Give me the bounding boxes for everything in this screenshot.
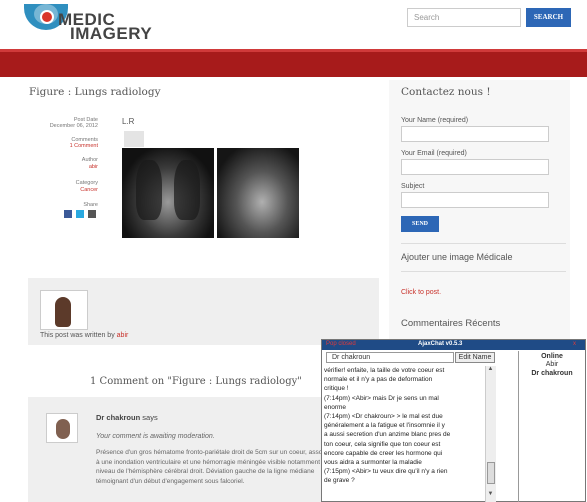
logo-text-line2[interactable]: IMAGERY xyxy=(70,25,152,42)
post-date-value: December 06, 2012 xyxy=(49,123,98,129)
author-link[interactable]: abir xyxy=(28,164,98,170)
chat-title: AjaxChat v0.5.3 xyxy=(418,341,463,347)
post-title: Figure : Lungs radiology xyxy=(29,86,161,98)
chat-line: a aussi secretion d'un anzime blanc pres… xyxy=(324,431,451,439)
comment-header: Dr chakroun says xyxy=(96,413,158,422)
search-input[interactable]: Search xyxy=(407,8,521,27)
search-button[interactable]: SEARCH xyxy=(526,8,571,27)
category-link[interactable]: Cancer xyxy=(28,187,98,193)
comment-text: Présence d'un gros hématome fronto-parié… xyxy=(96,449,331,485)
chat-close-icon[interactable]: x xyxy=(573,341,576,347)
written-by-label: This post was written by xyxy=(40,332,115,339)
email-label: Your Email (required) xyxy=(401,150,467,157)
email-field[interactable] xyxy=(401,159,549,175)
chat-line: de grave ? xyxy=(324,477,355,485)
chat-line: vous aidra a surmonter la maladie xyxy=(324,459,422,467)
click-to-post-link[interactable]: Click to post. xyxy=(401,289,441,296)
nav-item-membres[interactable]: MEMBRES xyxy=(184,10,214,16)
online-users-panel: Online Abir Dr chakroun xyxy=(518,351,585,502)
comment-author: Dr chakroun xyxy=(96,413,141,422)
edit-name-button[interactable]: Edit Name xyxy=(455,352,495,363)
commenter-avatar xyxy=(46,413,78,443)
online-user[interactable]: Dr chakroun xyxy=(519,369,585,378)
scrollbar-thumb[interactable] xyxy=(487,462,495,484)
nav-item-forum[interactable]: FORUM xyxy=(311,10,333,16)
chat-line: normale et il n'y a pas de deformation xyxy=(324,376,433,384)
chat-line: (7:15pm) <Abir> tu veux dire qu'il n'y a… xyxy=(324,468,448,476)
name-field[interactable] xyxy=(401,126,549,142)
written-by-author-link[interactable]: abir xyxy=(117,332,129,339)
scroll-down-icon[interactable]: ▼ xyxy=(485,491,496,500)
chat-name-input[interactable]: Dr chakroun xyxy=(326,352,454,363)
comment-says: says xyxy=(142,413,158,422)
scroll-up-icon[interactable]: ▲ xyxy=(485,366,496,375)
comment-moderation-note: Your comment is awaiting moderation. xyxy=(96,433,215,440)
twitter-icon[interactable] xyxy=(76,210,84,218)
facebook-icon[interactable] xyxy=(64,210,72,218)
chat-line: critique ! xyxy=(324,385,349,393)
chat-title-bar[interactable]: Pop closed AjaxChat v0.5.3 x xyxy=(322,340,585,350)
chat-line: enorme xyxy=(324,403,347,411)
chat-pop-toggle[interactable]: Pop closed xyxy=(326,341,356,347)
chat-line: vérifier! enfaite, la taille de votre co… xyxy=(324,367,445,374)
nav-item-images-medicales[interactable]: IMAGES MÉDICALES xyxy=(233,10,293,16)
nav-item-accueil[interactable]: ACCUEIL xyxy=(140,10,167,16)
online-user[interactable]: Abir xyxy=(519,360,585,369)
chat-widget: Pop closed AjaxChat v0.5.3 x Dr chakroun… xyxy=(321,339,586,502)
chat-log[interactable]: vérifier! enfaite, la taille de votre co… xyxy=(322,366,485,502)
add-image-title: Ajouter une image Médicale xyxy=(401,252,513,262)
image-thumbnail[interactable] xyxy=(124,131,144,147)
comments-title: 1 Comment on "Figure : Lungs radiology" xyxy=(90,376,302,387)
send-button[interactable]: SEND xyxy=(401,216,439,232)
chat-line: ton coeur, cela signifie que ton coeur e… xyxy=(324,440,441,448)
contact-title: Contactez nous ! xyxy=(401,86,491,98)
subject-field[interactable] xyxy=(401,192,549,208)
share-label: Share xyxy=(83,202,98,208)
sidebar-divider xyxy=(401,271,566,272)
share-plus-icon[interactable] xyxy=(88,210,96,218)
online-header: Online xyxy=(541,353,563,360)
chat-line: (7:14pm) <Dr chakroun> > le mal est due xyxy=(324,413,443,421)
chat-line: (7:14pm) <Abir> mais Dr je sens un mal xyxy=(324,394,439,402)
nav-item-contact[interactable]: CONTACT xyxy=(349,10,378,16)
xray-frontal-image[interactable] xyxy=(122,148,214,238)
comments-count-link[interactable]: 1 Comment xyxy=(28,143,98,149)
post-caption: L.R xyxy=(122,117,135,126)
author-avatar xyxy=(40,290,88,330)
logo-red-dot xyxy=(40,10,54,24)
category-label: Category xyxy=(75,180,98,186)
name-label: Your Name (required) xyxy=(401,117,469,124)
author-label: Author xyxy=(81,157,98,163)
sidebar-divider xyxy=(401,243,566,244)
main-nav xyxy=(0,49,587,77)
chat-line: encore capable de creer les hormone qui xyxy=(324,449,443,457)
chat-line: généralement a la fatigue et l'insomnie … xyxy=(324,422,445,430)
recent-comments-title: Commentaires Récents xyxy=(401,318,501,329)
written-by: This post was written by abir xyxy=(40,332,128,339)
xray-lateral-image[interactable] xyxy=(217,148,299,238)
subject-label: Subject xyxy=(401,183,425,190)
